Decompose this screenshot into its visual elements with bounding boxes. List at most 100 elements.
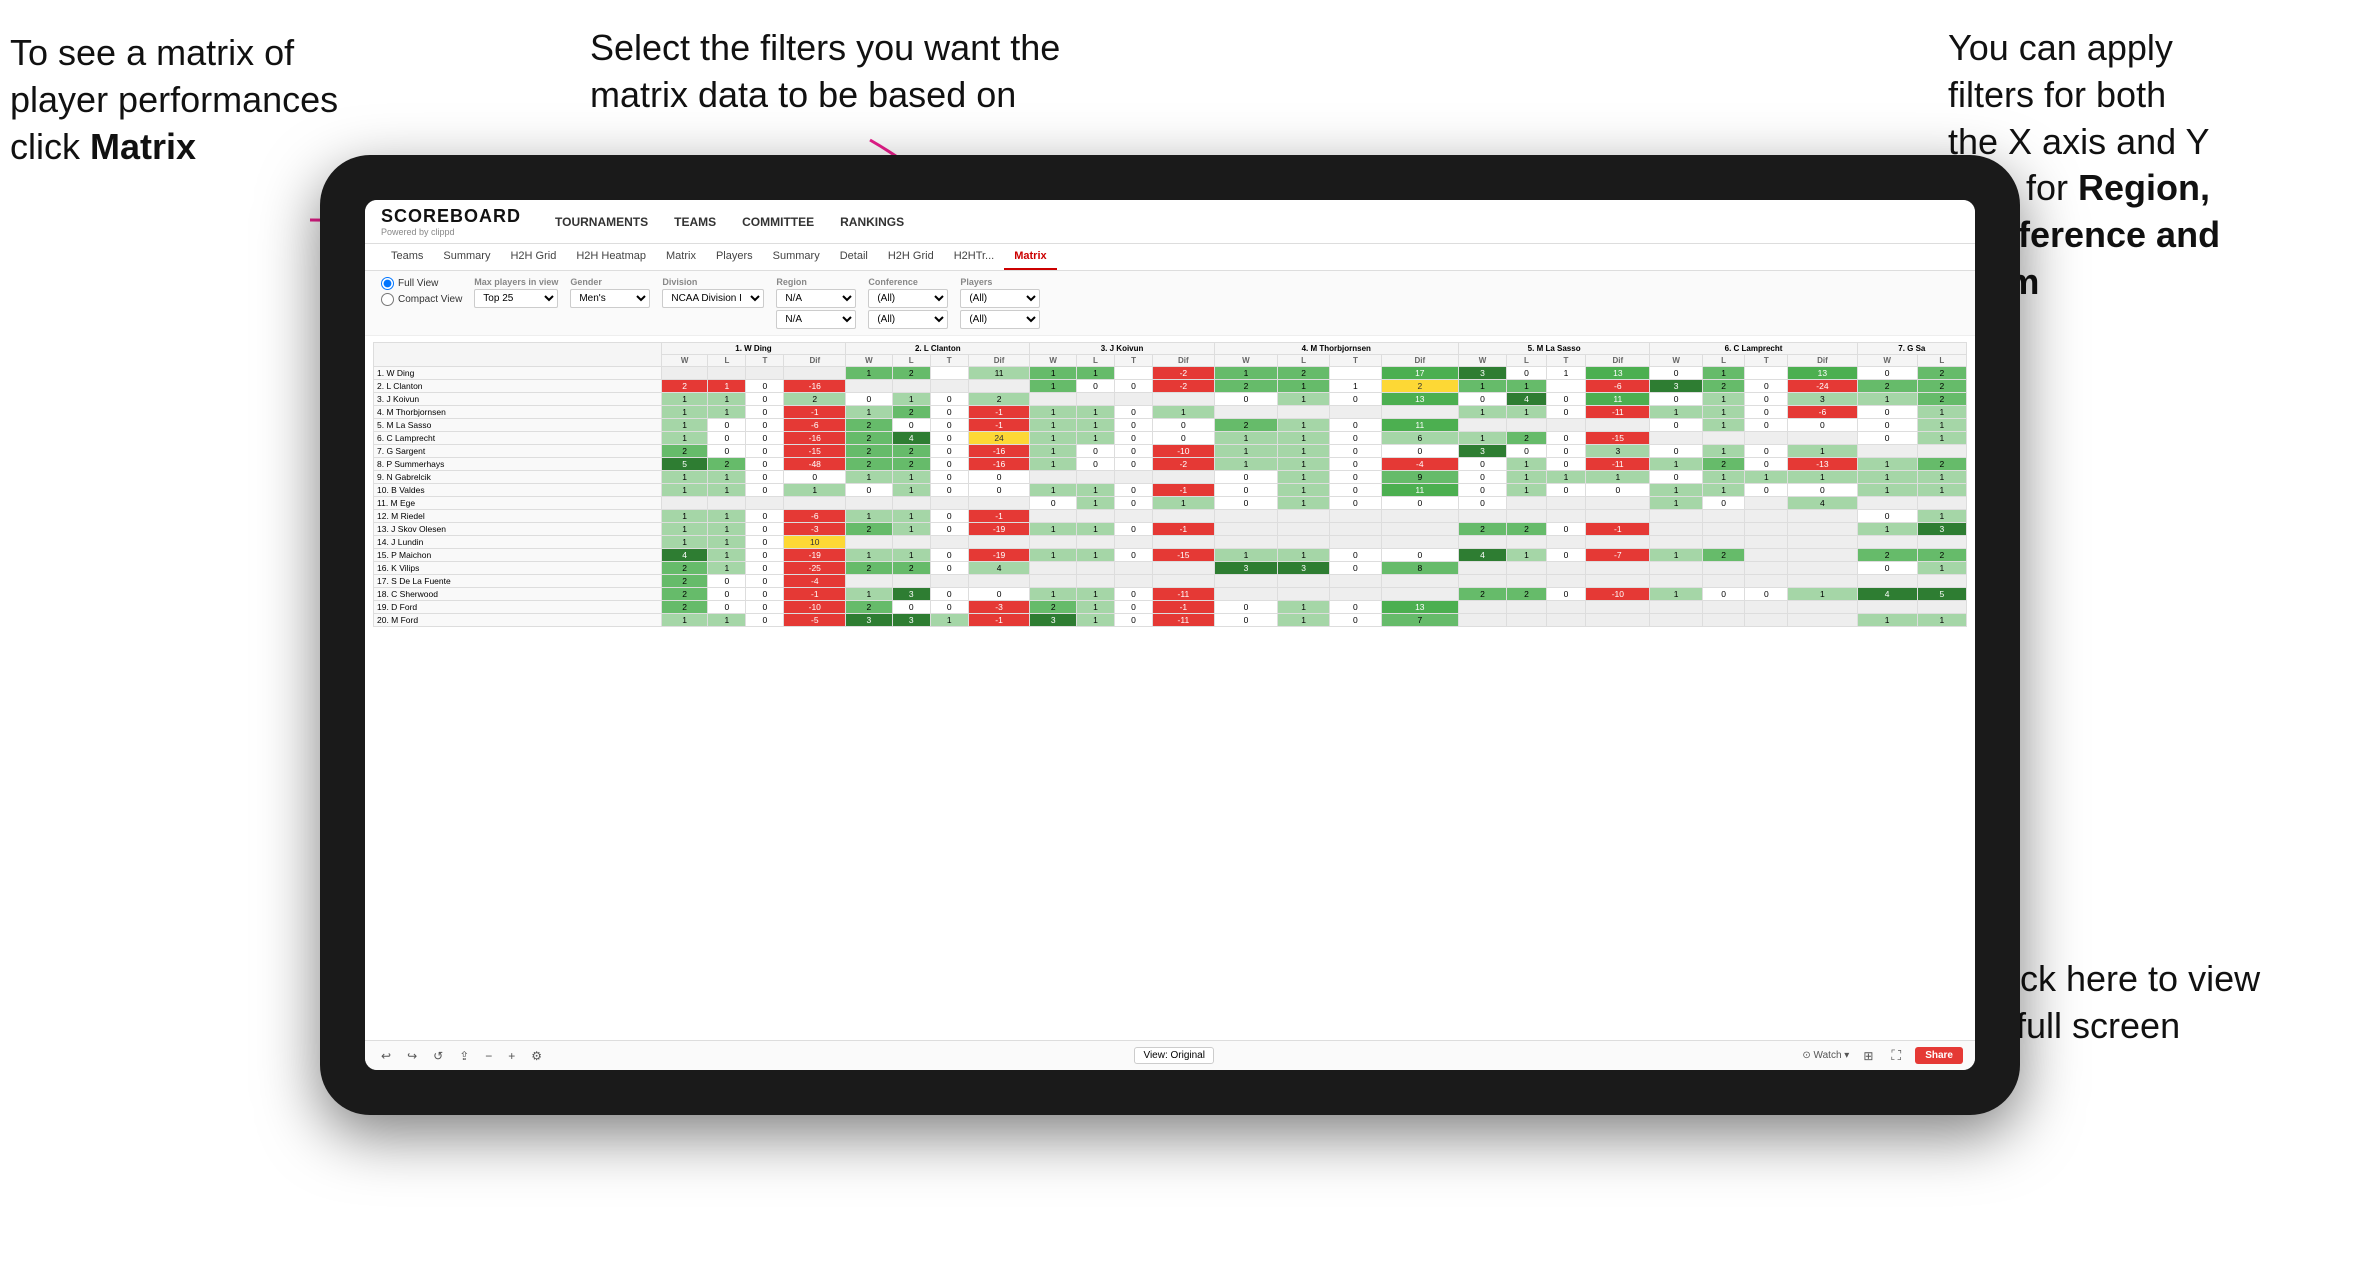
max-players-select[interactable]: Top 25 xyxy=(474,289,558,308)
tab-matrix-1[interactable]: Matrix xyxy=(656,244,706,270)
undo-btn[interactable]: ↩ xyxy=(377,1047,395,1065)
cell-3-3: -1 xyxy=(784,406,846,419)
cell-15-9 xyxy=(1076,562,1114,575)
cell-2-17: 4 xyxy=(1507,393,1547,406)
cell-1-5 xyxy=(892,380,930,393)
region-select-2[interactable]: N/A xyxy=(776,310,856,329)
compact-view-radio[interactable]: Compact View xyxy=(381,293,462,306)
division-select[interactable]: NCAA Division I xyxy=(662,289,764,308)
cell-5-14: 0 xyxy=(1329,432,1381,445)
nav-teams[interactable]: TEAMS xyxy=(670,213,720,231)
cell-1-18 xyxy=(1546,380,1586,393)
cell-11-14 xyxy=(1329,510,1381,523)
tab-h2h-grid-1[interactable]: H2H Grid xyxy=(500,244,566,270)
cell-17-8: 1 xyxy=(1030,588,1077,601)
cell-14-12: 1 xyxy=(1214,549,1277,562)
region-label: Region xyxy=(776,277,856,287)
settings-btn[interactable]: ⚙ xyxy=(527,1047,546,1065)
players-group: Players (All) (All) xyxy=(960,277,1040,329)
logo-title: SCOREBOARD xyxy=(381,206,521,227)
cell-18-25 xyxy=(1917,601,1966,614)
conference-select-1[interactable]: (All) xyxy=(868,289,948,308)
cell-6-12: 1 xyxy=(1214,445,1277,458)
cell-17-22: 0 xyxy=(1745,588,1788,601)
cell-18-1: 0 xyxy=(708,601,746,614)
cell-1-6 xyxy=(930,380,968,393)
nav-committee[interactable]: COMMITTEE xyxy=(738,213,818,231)
cell-4-18 xyxy=(1546,419,1586,432)
cell-6-8: 1 xyxy=(1030,445,1077,458)
cell-12-22 xyxy=(1745,523,1788,536)
cell-13-9 xyxy=(1076,536,1114,549)
tab-summary-2[interactable]: Summary xyxy=(763,244,830,270)
zoom-in-btn[interactable]: + xyxy=(504,1047,519,1065)
cell-8-3: 0 xyxy=(784,471,846,484)
tab-detail[interactable]: Detail xyxy=(830,244,878,270)
cell-18-18 xyxy=(1546,601,1586,614)
tab-summary-1[interactable]: Summary xyxy=(433,244,500,270)
share-small-btn[interactable]: ⇪ xyxy=(455,1047,473,1065)
cell-19-25: 1 xyxy=(1917,614,1966,627)
cell-1-22: 0 xyxy=(1745,380,1788,393)
cell-4-7: -1 xyxy=(968,419,1030,432)
nav-tournaments[interactable]: TOURNAMENTS xyxy=(551,213,652,231)
players-select-1[interactable]: (All) xyxy=(960,289,1040,308)
cell-1-14: 1 xyxy=(1329,380,1381,393)
cell-10-3 xyxy=(784,497,846,510)
full-view-radio[interactable]: Full View xyxy=(381,277,462,290)
cell-17-4: 1 xyxy=(846,588,893,601)
cell-9-12: 0 xyxy=(1214,484,1277,497)
cell-15-1: 1 xyxy=(708,562,746,575)
tab-h2h-heatmap[interactable]: H2H Heatmap xyxy=(566,244,656,270)
tab-teams[interactable]: Teams xyxy=(381,244,433,270)
cell-11-3: -6 xyxy=(784,510,846,523)
tab-h2htr[interactable]: H2HTr... xyxy=(944,244,1005,270)
tab-players[interactable]: Players xyxy=(706,244,763,270)
gender-label: Gender xyxy=(570,277,650,287)
cell-8-17: 1 xyxy=(1507,471,1547,484)
cell-3-21: 1 xyxy=(1702,406,1745,419)
zoom-out-btn[interactable]: − xyxy=(481,1047,496,1065)
cell-7-16: 0 xyxy=(1458,458,1506,471)
cell-10-17 xyxy=(1507,497,1547,510)
full-view-input[interactable] xyxy=(381,277,394,290)
cell-4-17 xyxy=(1507,419,1547,432)
gender-group: Gender Men's xyxy=(570,277,650,308)
region-select-1[interactable]: N/A xyxy=(776,289,856,308)
cell-7-21: 2 xyxy=(1702,458,1745,471)
cell-15-2: 0 xyxy=(746,562,784,575)
tab-h2h-grid-2[interactable]: H2H Grid xyxy=(878,244,944,270)
conference-select-2[interactable]: (All) xyxy=(868,310,948,329)
cell-13-18 xyxy=(1546,536,1586,549)
row-header-14: 15. P Maichon xyxy=(374,549,662,562)
cell-11-16 xyxy=(1458,510,1506,523)
cell-6-7: -16 xyxy=(968,445,1030,458)
players-select-2[interactable]: (All) xyxy=(960,310,1040,329)
fullscreen-btn[interactable]: ⛶ xyxy=(1887,1045,1905,1066)
row-header-17: 18. C Sherwood xyxy=(374,588,662,601)
cell-11-13 xyxy=(1278,510,1330,523)
nav-rankings[interactable]: RANKINGS xyxy=(836,213,908,231)
cell-16-9 xyxy=(1076,575,1114,588)
cell-5-23 xyxy=(1788,432,1857,445)
cell-1-4 xyxy=(846,380,893,393)
layout-btn[interactable]: ⊞ xyxy=(1859,1047,1877,1065)
view-original-btn[interactable]: View: Original xyxy=(1134,1047,1214,1064)
cell-19-17 xyxy=(1507,614,1547,627)
cell-11-2: 0 xyxy=(746,510,784,523)
cell-16-4 xyxy=(846,575,893,588)
cell-13-11 xyxy=(1153,536,1215,549)
cell-19-1: 1 xyxy=(708,614,746,627)
cell-1-0: 2 xyxy=(661,380,708,393)
cell-18-14: 0 xyxy=(1329,601,1381,614)
tab-matrix-active[interactable]: Matrix xyxy=(1004,244,1056,270)
refresh-btn[interactable]: ↺ xyxy=(429,1047,447,1065)
gender-select[interactable]: Men's xyxy=(570,289,650,308)
cell-6-19: 3 xyxy=(1586,445,1650,458)
max-players-label: Max players in view xyxy=(474,277,558,287)
cell-2-8 xyxy=(1030,393,1077,406)
compact-view-input[interactable] xyxy=(381,293,394,306)
share-btn[interactable]: Share xyxy=(1915,1047,1963,1064)
cell-15-5: 2 xyxy=(892,562,930,575)
redo-btn[interactable]: ↪ xyxy=(403,1047,421,1065)
